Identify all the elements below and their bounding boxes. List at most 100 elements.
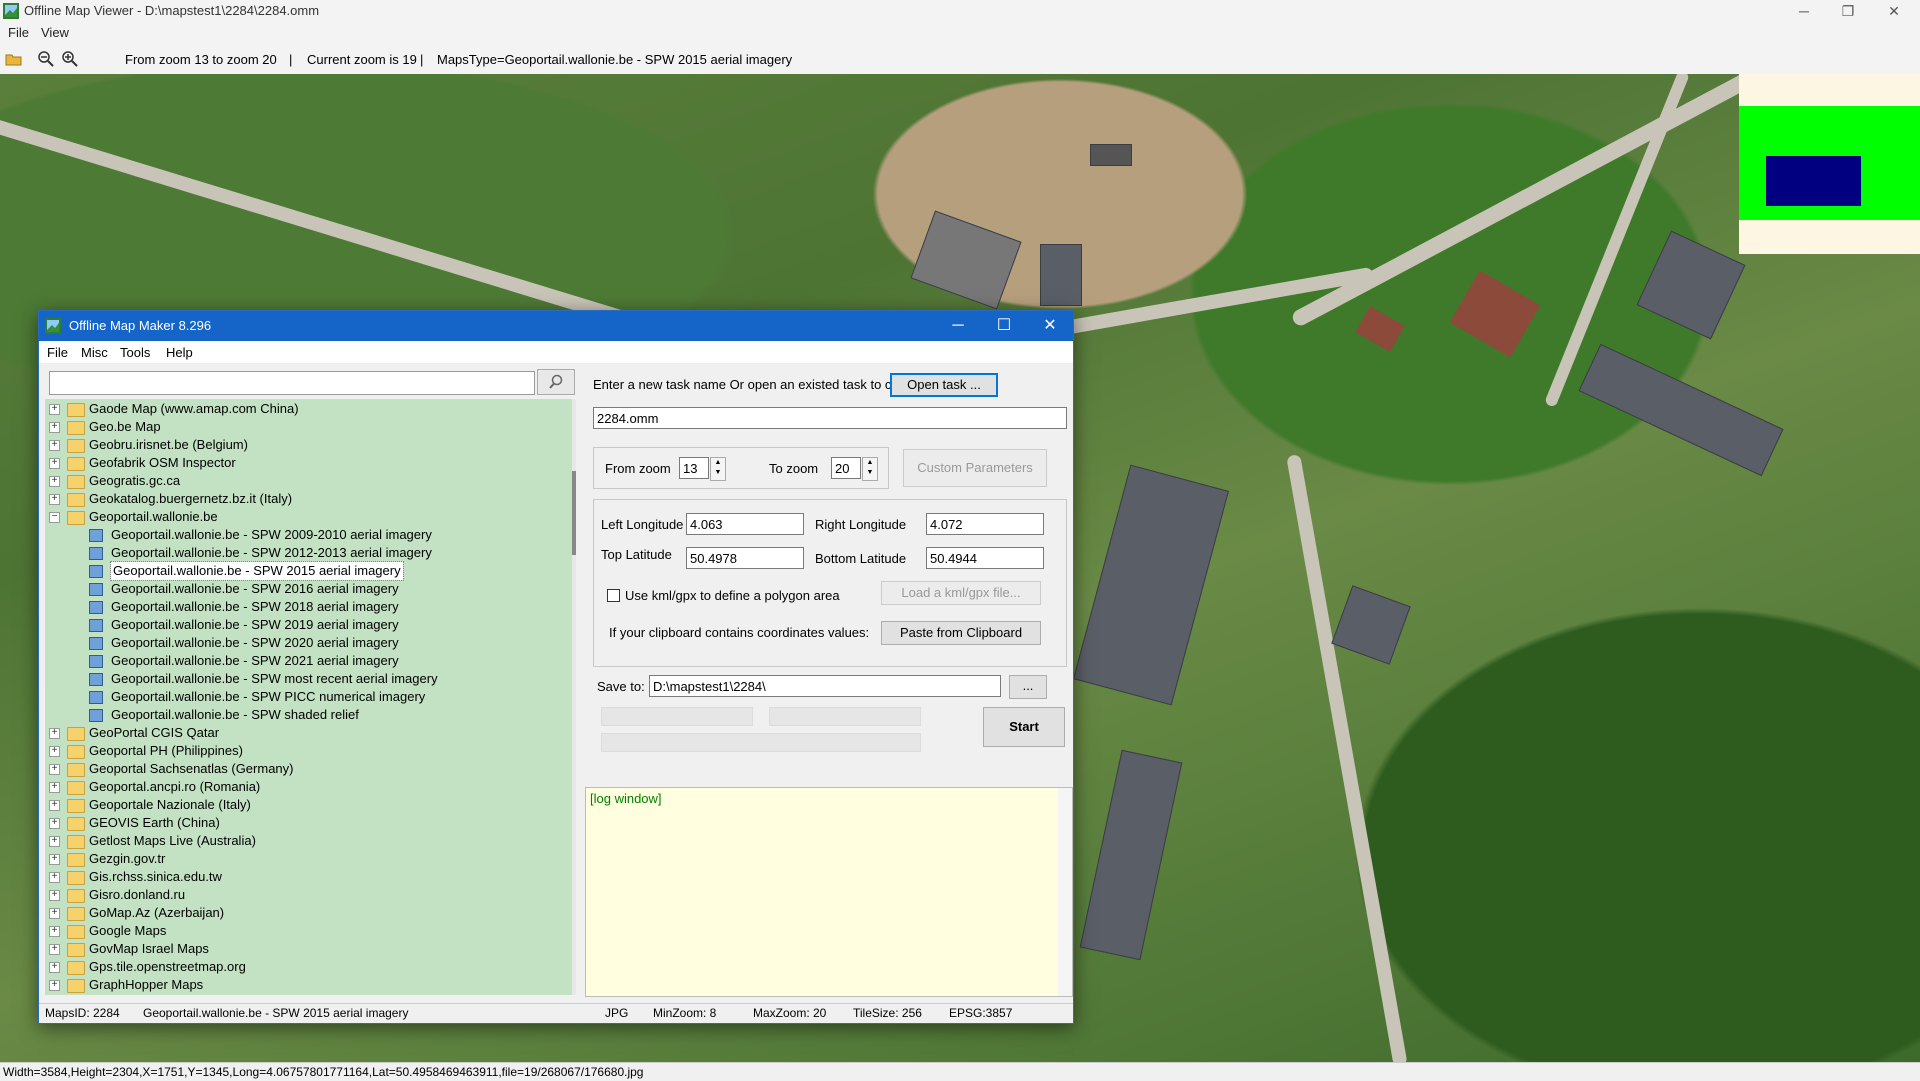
map-source-tree[interactable]: + Gaode Map (www.amap.com China) + Geo.be M… xyxy=(45,399,572,995)
minimap-viewport[interactable] xyxy=(1766,156,1861,206)
dialog-minimize-button[interactable]: ─ xyxy=(935,311,981,341)
map-layer-icon xyxy=(89,619,103,632)
tree-map-item[interactable]: Geoportail.wallonie.be - SPW 2016 aerial… xyxy=(45,580,565,598)
dialog-menu-tools[interactable]: Tools xyxy=(120,345,150,360)
toolbar-separator: | xyxy=(420,52,424,67)
expand-icon[interactable]: + xyxy=(49,890,60,901)
to-zoom-field[interactable] xyxy=(831,457,861,479)
tree-map-item[interactable]: Geoportail.wallonie.be - SPW 2019 aerial… xyxy=(45,616,565,634)
menu-view[interactable]: View xyxy=(41,25,69,40)
browse-button[interactable]: ... xyxy=(1009,675,1047,699)
minimap[interactable] xyxy=(1739,74,1920,254)
tree-folder-item[interactable]: + Geogratis.gc.ca xyxy=(45,472,565,490)
tree-folder-item[interactable]: + Geoportal PH (Philippines) xyxy=(45,742,565,760)
expand-icon[interactable]: + xyxy=(49,872,60,883)
tree-folder-item[interactable]: + Gaode Map (www.amap.com China) xyxy=(45,400,565,418)
paste-clipboard-button[interactable]: Paste from Clipboard xyxy=(881,621,1041,645)
tree-folder-item[interactable]: + Geofabrik OSM Inspector xyxy=(45,454,565,472)
tree-folder-item[interactable]: + GraphHopper Maps xyxy=(45,976,565,994)
tree-map-item[interactable]: Geoportail.wallonie.be - SPW 2020 aerial… xyxy=(45,634,565,652)
tree-folder-item[interactable]: − Geoportail.wallonie.be xyxy=(45,508,565,526)
scrollbar-thumb[interactable] xyxy=(572,471,576,555)
from-zoom-field[interactable] xyxy=(679,457,709,479)
search-button[interactable] xyxy=(537,369,575,395)
expand-icon[interactable]: + xyxy=(49,908,60,919)
dialog-close-button[interactable]: ✕ xyxy=(1027,311,1073,341)
tree-folder-item[interactable]: + Geobru.irisnet.be (Belgium) xyxy=(45,436,565,454)
to-zoom-stepper[interactable]: ▲ ▼ xyxy=(862,457,878,481)
tree-folder-item[interactable]: + Geo.be Map xyxy=(45,418,565,436)
tree-folder-item[interactable]: + Geoportal.ancpi.ro (Romania) xyxy=(45,778,565,796)
menu-file[interactable]: File xyxy=(8,25,29,40)
tree-folder-item[interactable]: + Geoportale Nazionale (Italy) xyxy=(45,796,565,814)
tree-folder-item[interactable]: + Geoportal Sachsenatlas (Germany) xyxy=(45,760,565,778)
tree-map-item[interactable]: Geoportail.wallonie.be - SPW 2012-2013 a… xyxy=(45,544,565,562)
expand-icon[interactable]: + xyxy=(49,746,60,757)
search-input[interactable] xyxy=(49,371,535,395)
tree-folder-item[interactable]: + Gisro.donland.ru xyxy=(45,886,565,904)
expand-icon[interactable]: + xyxy=(49,782,60,793)
expand-icon[interactable]: + xyxy=(49,836,60,847)
log-window[interactable]: [log window] xyxy=(585,787,1073,997)
save-path-field[interactable] xyxy=(649,675,1001,697)
tree-map-item[interactable]: Geoportail.wallonie.be - SPW shaded reli… xyxy=(45,706,565,724)
map-layer-icon xyxy=(89,637,103,650)
bottom-latitude-field[interactable] xyxy=(926,547,1044,569)
expand-icon[interactable]: + xyxy=(49,980,60,991)
task-name-field[interactable] xyxy=(593,407,1067,429)
right-longitude-field[interactable] xyxy=(926,513,1044,535)
zoom-in-icon[interactable] xyxy=(61,50,79,68)
tree-map-item[interactable]: Geoportail.wallonie.be - SPW 2015 aerial… xyxy=(45,561,565,581)
expand-icon[interactable]: + xyxy=(49,818,60,829)
expand-icon[interactable]: + xyxy=(49,494,60,505)
tree-folder-item[interactable]: + Gis.rchss.sinica.edu.tw xyxy=(45,868,565,886)
close-button[interactable]: ✕ xyxy=(1872,0,1916,22)
expand-icon[interactable]: + xyxy=(49,476,60,487)
expand-icon[interactable]: + xyxy=(49,962,60,973)
collapse-icon[interactable]: − xyxy=(49,512,60,523)
tree-folder-item[interactable]: + GEOVIS Earth (China) xyxy=(45,814,565,832)
expand-icon[interactable]: + xyxy=(49,440,60,451)
tree-folder-item[interactable]: + GoMap.Az (Azerbaijan) xyxy=(45,904,565,922)
dialog-menu-help[interactable]: Help xyxy=(166,345,193,360)
expand-icon[interactable]: + xyxy=(49,926,60,937)
zoom-out-icon[interactable] xyxy=(37,50,55,68)
tree-folder-item[interactable]: + Geokatalog.buergernetz.bz.it (Italy) xyxy=(45,490,565,508)
tree-map-item[interactable]: Geoportail.wallonie.be - SPW PICC numeri… xyxy=(45,688,565,706)
restore-button[interactable]: ❐ xyxy=(1826,0,1870,22)
minimize-button[interactable]: ─ xyxy=(1782,0,1826,22)
tree-map-item[interactable]: Geoportail.wallonie.be - SPW 2009-2010 a… xyxy=(45,526,565,544)
load-kml-button[interactable]: Load a kml/gpx file... xyxy=(881,581,1041,605)
tree-folder-item[interactable]: + GeoPortal CGIS Qatar xyxy=(45,724,565,742)
from-zoom-stepper[interactable]: ▲ ▼ xyxy=(710,457,726,481)
expand-icon[interactable]: + xyxy=(49,728,60,739)
custom-parameters-button[interactable]: Custom Parameters xyxy=(903,449,1047,487)
tree-map-item[interactable]: Geoportail.wallonie.be - SPW 2021 aerial… xyxy=(45,652,565,670)
start-button[interactable]: Start xyxy=(983,707,1065,747)
folder-icon xyxy=(67,421,85,435)
expand-icon[interactable]: + xyxy=(49,800,60,811)
dialog-maximize-button[interactable]: ☐ xyxy=(981,311,1027,341)
dialog-menu-misc[interactable]: Misc xyxy=(81,345,108,360)
tree-folder-item[interactable]: + Gps.tile.openstreetmap.org xyxy=(45,958,565,976)
expand-icon[interactable]: + xyxy=(49,764,60,775)
expand-icon[interactable]: + xyxy=(49,458,60,469)
open-folder-icon[interactable] xyxy=(5,50,23,68)
tree-folder-item[interactable]: + Getlost Maps Live (Australia) xyxy=(45,832,565,850)
open-task-button[interactable]: Open task ... xyxy=(890,373,998,397)
tree-folder-item[interactable]: + GovMap Israel Maps xyxy=(45,940,565,958)
expand-icon[interactable]: + xyxy=(49,854,60,865)
log-scrollbar[interactable] xyxy=(1058,788,1072,996)
kml-polygon-checkbox[interactable] xyxy=(607,589,620,602)
tree-map-item[interactable]: Geoportail.wallonie.be - SPW most recent… xyxy=(45,670,565,688)
left-longitude-field[interactable] xyxy=(686,513,804,535)
tree-scrollbar[interactable] xyxy=(572,399,576,995)
tree-folder-item[interactable]: + Gezgin.gov.tr xyxy=(45,850,565,868)
expand-icon[interactable]: + xyxy=(49,422,60,433)
dialog-menu-file[interactable]: File xyxy=(47,345,68,360)
tree-map-item[interactable]: Geoportail.wallonie.be - SPW 2018 aerial… xyxy=(45,598,565,616)
expand-icon[interactable]: + xyxy=(49,944,60,955)
tree-folder-item[interactable]: + Google Maps xyxy=(45,922,565,940)
top-latitude-field[interactable] xyxy=(686,547,804,569)
expand-icon[interactable]: + xyxy=(49,404,60,415)
